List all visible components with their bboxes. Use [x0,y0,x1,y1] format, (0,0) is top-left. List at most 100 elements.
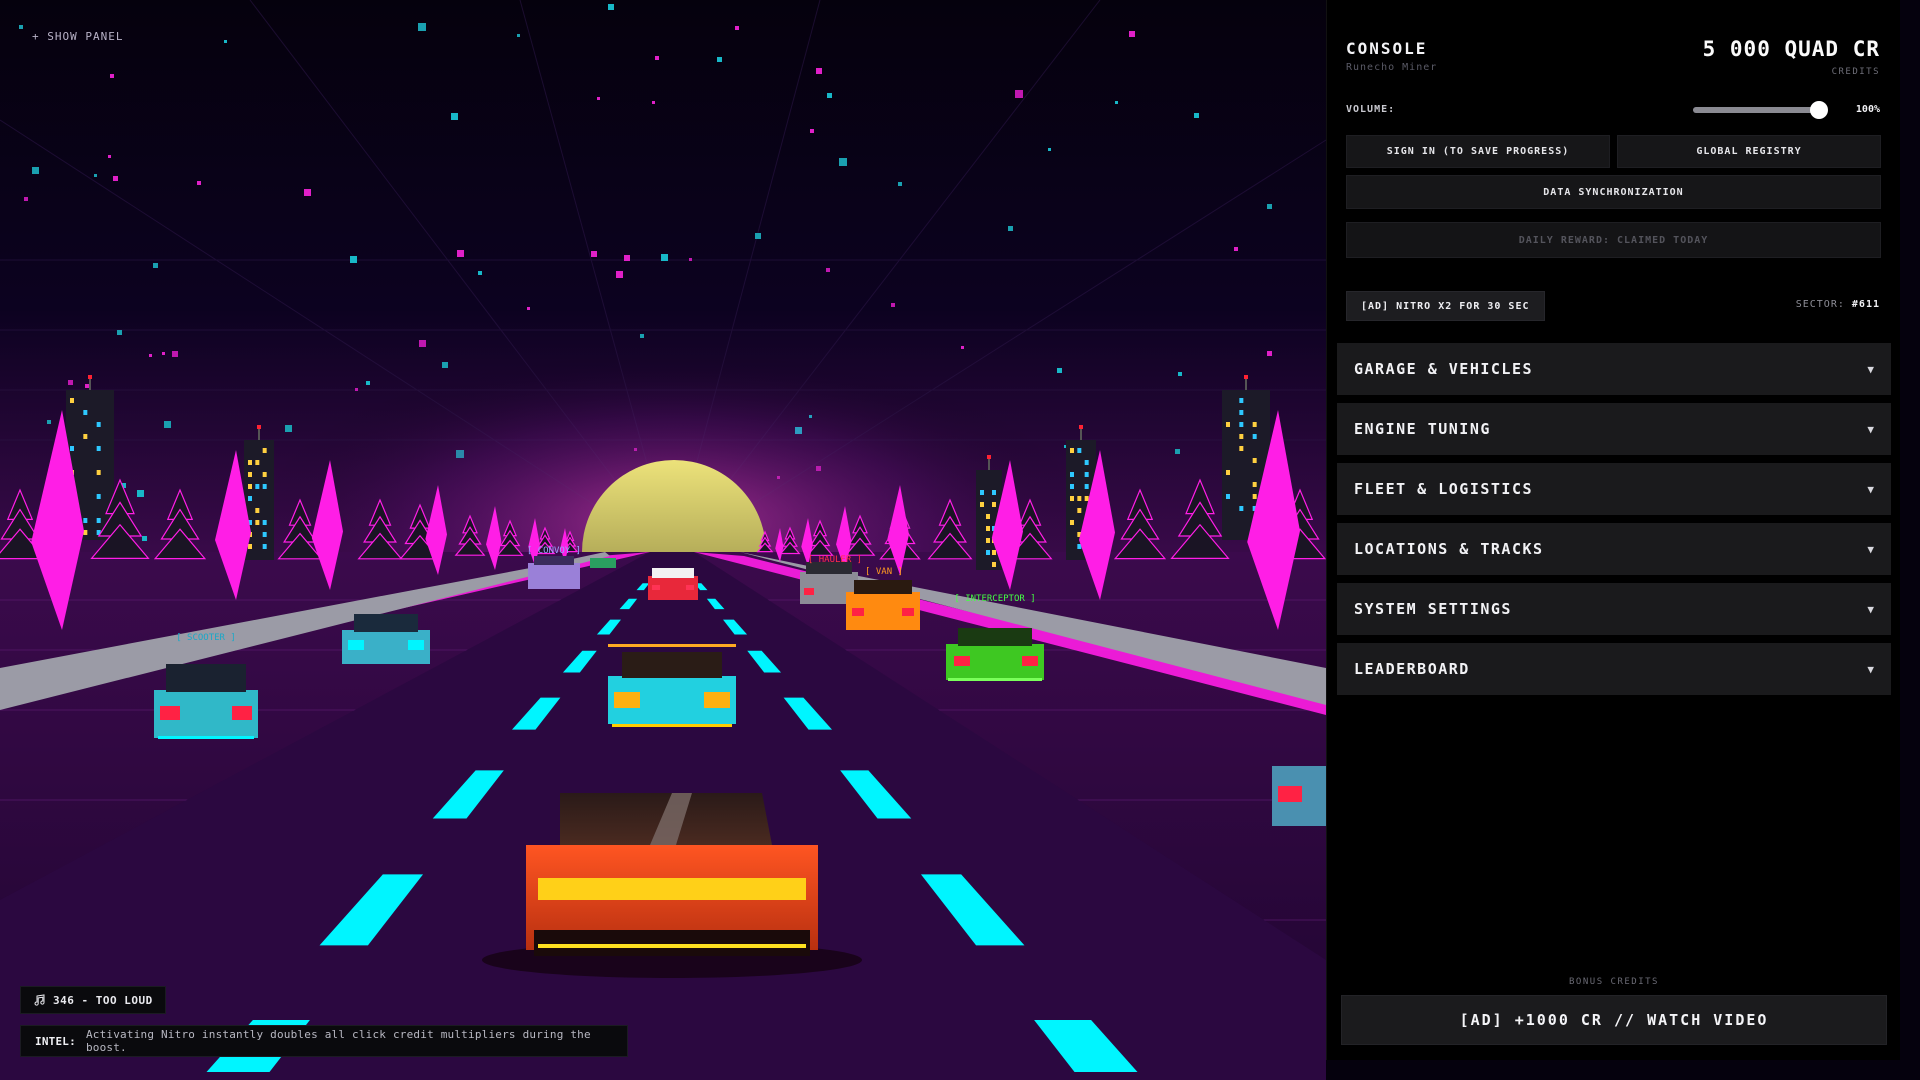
section-label: ENGINE TUNING [1354,420,1491,438]
star [689,258,692,261]
star [355,388,358,391]
star [451,113,458,120]
ad-nitro-button[interactable]: [AD] NITRO X2 FOR 30 SEC [1346,291,1545,321]
star [1175,449,1180,454]
star [661,254,668,261]
star [457,250,464,257]
chevron-down-icon: ▼ [1867,542,1874,556]
star [162,352,165,355]
section-locations-tracks[interactable]: LOCATIONS & TRACKS ▼ [1337,523,1891,575]
chevron-down-icon: ▼ [1867,482,1874,496]
star [1194,113,1199,118]
console-title: CONSOLE [1346,39,1428,58]
star [591,251,597,257]
volume-fill [1693,107,1823,113]
npc-car-convoy: [ CONVOY ] [527,546,581,589]
volume-slider[interactable] [1693,101,1828,119]
star [1008,226,1013,231]
section-garage-vehicles[interactable]: GARAGE & VEHICLES ▼ [1337,343,1891,395]
star [1129,31,1135,37]
star [108,155,111,158]
star [149,354,152,357]
star [153,263,158,268]
star [1267,204,1272,209]
npc-car-small [590,558,616,568]
star [735,26,739,30]
star [891,303,895,307]
chevron-down-icon: ▼ [1867,422,1874,436]
tag-interceptor: [ INTERCEPTOR ] [954,594,1035,604]
star [527,307,530,310]
section-system-settings[interactable]: SYSTEM SETTINGS ▼ [1337,583,1891,635]
star [1234,247,1238,251]
star [117,330,122,335]
daily-reward-button: DAILY REWARD: CLAIMED TODAY [1346,222,1881,258]
star [47,420,51,424]
chevron-down-icon: ▼ [1867,362,1874,376]
star [224,40,227,43]
npc-car-cyan-left [342,614,430,664]
star [826,268,830,272]
track-title: 346 - TOO LOUD [53,993,153,1007]
section-leaderboard[interactable]: LEADERBOARD ▼ [1337,643,1891,695]
star [1267,351,1272,356]
star [1178,372,1182,376]
star [110,74,114,78]
volume-percent: 100% [1855,104,1880,115]
console-subtitle: Runecho Miner [1346,62,1438,73]
star [32,167,39,174]
star [85,384,89,388]
sign-in-button[interactable]: SIGN IN (TO SAVE PROGRESS) [1346,135,1610,168]
bonus-credits-label: BONUS CREDITS [1569,977,1659,987]
star [442,362,448,368]
data-sync-button[interactable]: DATA SYNCHRONIZATION [1346,175,1881,209]
star [652,101,655,104]
chevron-down-icon: ▼ [1867,602,1874,616]
star [640,334,644,338]
star [717,57,722,62]
section-label: GARAGE & VEHICLES [1354,360,1534,378]
star [517,34,520,37]
star [827,93,832,98]
tag-convoy: [ CONVOY ] [527,546,581,556]
global-registry-button[interactable]: GLOBAL REGISTRY [1617,135,1881,168]
intel-text: Activating Nitro instantly doubles all c… [85,1028,591,1054]
credits-label: CREDITS [1831,67,1880,77]
music-note-icon [34,994,45,1006]
star [164,421,171,428]
credits-value: 5 000 QUAD CR [1702,37,1880,61]
section-label: LOCATIONS & TRACKS [1354,540,1544,558]
star [19,25,23,29]
section-label: LEADERBOARD [1354,660,1470,678]
star [366,381,370,385]
star [755,233,761,239]
star [1015,90,1023,98]
section-engine-tuning[interactable]: ENGINE TUNING ▼ [1337,403,1891,455]
music-track-badge[interactable]: 346 - TOO LOUD [20,986,166,1014]
star [350,256,357,263]
star [1048,148,1051,151]
star [419,340,426,347]
volume-label: VOLUME: [1346,104,1396,115]
star [816,68,822,74]
watch-video-button[interactable]: [AD] +1000 CR // WATCH VIDEO [1341,995,1887,1045]
star [137,490,144,497]
star [961,346,964,349]
show-panel-button[interactable]: + SHOW PANEL [32,30,123,43]
star [810,129,814,133]
star [94,174,97,177]
volume-knob[interactable] [1810,101,1828,119]
section-fleet-logistics[interactable]: FLEET & LOGISTICS ▼ [1337,463,1891,515]
star [113,176,118,181]
star [616,271,623,278]
sector-label: SECTOR: [1795,299,1845,310]
npc-car-center-cyan [608,644,736,727]
chevron-down-icon: ▼ [1867,662,1874,676]
star [285,425,292,432]
star [1057,368,1062,373]
sector-value: #611 [1851,299,1880,310]
star [608,4,614,10]
tag-scooter: [ SCOOTER ] [176,633,236,643]
intel-label: INTEL: [35,1034,76,1048]
tag-hauler: [ HAULER ] [808,555,862,565]
